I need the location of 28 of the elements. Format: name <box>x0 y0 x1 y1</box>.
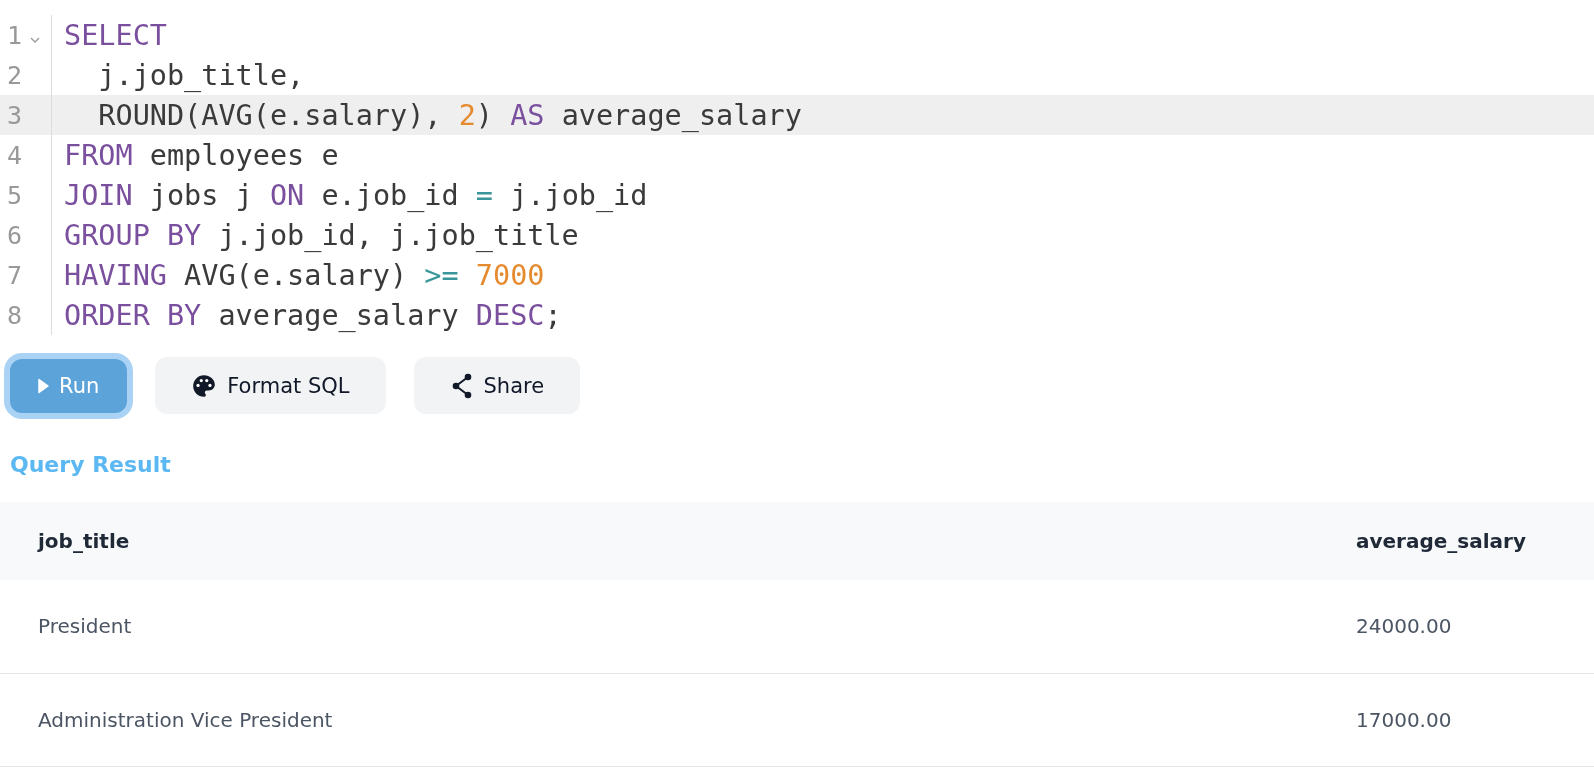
play-icon <box>38 377 49 394</box>
format-sql-button[interactable]: Format SQL <box>155 357 386 414</box>
line-number: 2 <box>6 60 24 90</box>
code-line: ORDER BY average_salary DESC; <box>63 298 562 332</box>
table-cell: 17000.00 <box>1318 673 1594 766</box>
code-line: FROM employees e <box>63 138 339 172</box>
table-cell: President <box>0 580 1318 673</box>
table-cell: Administration Vice President <box>0 673 1318 766</box>
code-line: HAVING AVG(e.salary) >= 7000 <box>63 258 545 292</box>
palette-icon <box>191 372 218 399</box>
column-header: job_title <box>0 502 1318 580</box>
line-number: 8 <box>6 300 24 330</box>
share-button[interactable]: Share <box>413 357 581 414</box>
code-line: JOIN jobs j ON e.job_id = j.job_id <box>63 178 648 212</box>
line-number: 7 <box>6 260 24 290</box>
line-number: 4 <box>6 140 24 170</box>
section-heading: Query Result <box>9 451 172 479</box>
line-number: 3 <box>6 100 24 130</box>
code-line: GROUP BY j.job_id, j.job_title <box>63 218 579 252</box>
line-number: 6 <box>6 220 24 250</box>
line-number: 1 <box>6 20 24 50</box>
line-number: 5 <box>6 180 24 210</box>
table-cell: 24000.00 <box>1318 580 1594 673</box>
code-line: j.job_title, <box>97 58 305 92</box>
column-header: average_salary <box>1318 502 1594 580</box>
code-line: ROUND(AVG(e.salary), 2) AS average_salary <box>97 98 802 132</box>
code-line: SELECT <box>63 18 167 52</box>
fold-chevron-icon[interactable] <box>30 36 40 44</box>
